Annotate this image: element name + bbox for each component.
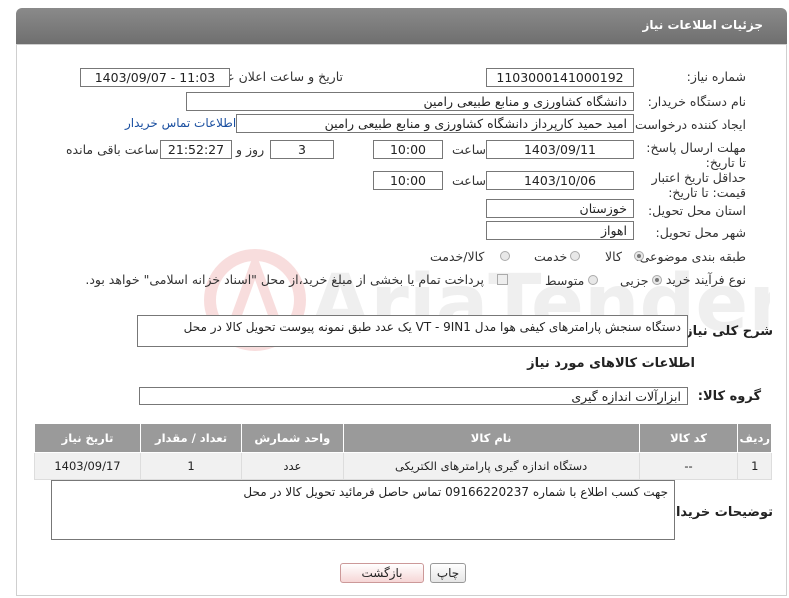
remaining-time: 21:52:27 (160, 140, 232, 159)
validity-time: 10:00 (373, 171, 443, 190)
panel-title: جزئیات اطلاعات نیاز (642, 18, 763, 32)
process-option-minor: جزیی (620, 273, 649, 288)
col-quantity: تعداد / مقدار (139, 423, 243, 453)
days-label: روز و (236, 142, 265, 157)
cell-code: -- (638, 452, 739, 480)
category-radio-service[interactable] (570, 251, 580, 261)
process-label: نوع فرآیند خرید : (657, 272, 746, 287)
col-date: تاریخ نیاز (34, 423, 141, 453)
back-button[interactable]: بازگشت (340, 563, 424, 583)
table-row: 1 -- دستگاه اندازه گیری پارامترهای الکتر… (34, 452, 772, 480)
col-unit: واحد شمارش (241, 423, 344, 453)
description-textarea[interactable]: دستگاه سنجش پارامترهای کیفی هوا مدل VT -… (137, 315, 688, 347)
deadline-time-label: ساعت (452, 142, 487, 157)
col-code: کد کالا (638, 423, 739, 453)
table-header-row: ردیف کد کالا نام کالا واحد شمارش تعداد /… (34, 423, 772, 453)
deadline-date: 1403/09/11 (486, 140, 634, 159)
remaining-label: ساعت باقی مانده (66, 142, 159, 157)
cell-unit: عدد (241, 452, 344, 480)
cell-row: 1 (737, 452, 772, 480)
process-option-medium: متوسط (545, 273, 585, 288)
buyer-notes-textarea[interactable]: جهت کسب اطلاع با شماره 09166220237 تماس … (51, 480, 675, 540)
treasury-checkbox[interactable] (497, 274, 508, 285)
need-number-value: 1103000141000192 (486, 68, 634, 87)
buyer-notes-label: توضیحات خریدار: (663, 505, 773, 520)
buyer-org-label: نام دستگاه خریدار: (647, 94, 746, 109)
city-label: شهر محل تحویل: (655, 225, 746, 240)
need-number-label: شماره نیاز: (686, 69, 746, 84)
goods-group-value: ابزارآلات اندازه گیری (139, 387, 688, 405)
buyer-contact-link[interactable]: اطلاعات تماس خریدار (125, 116, 236, 130)
col-name: نام کالا (342, 423, 640, 453)
payment-note: پرداخت تمام یا بخشی از مبلغ خرید،از محل … (85, 272, 484, 287)
deadline-time: 10:00 (373, 140, 443, 159)
cell-name: دستگاه اندازه گیری پارامترهای الکتریکی (342, 452, 640, 480)
category-radio-goods-service[interactable] (500, 251, 510, 261)
deadline-label: مهلت ارسال پاسخ: تا تاریخ: (646, 140, 746, 170)
print-button[interactable]: چاپ (430, 563, 466, 583)
category-option-goods: کالا (605, 249, 622, 264)
category-option-goods-service: کالا/خدمت (430, 249, 485, 264)
process-radio-minor[interactable] (652, 275, 662, 285)
cell-date: 1403/09/17 (34, 452, 141, 480)
province-value: خوزستان (486, 199, 634, 218)
validity-date: 1403/10/06 (486, 171, 634, 190)
col-row: ردیف (737, 423, 772, 453)
province-label: استان محل تحویل: (647, 203, 746, 218)
creator-label: ایجاد کننده درخواست: (630, 117, 746, 132)
validity-time-label: ساعت (452, 173, 487, 188)
category-option-service: خدمت (534, 249, 568, 264)
description-label: شرح کلی نیاز: (679, 324, 773, 339)
remaining-days: 3 (270, 140, 334, 159)
creator-value: امید حمید کارپرداز دانشگاه کشاورزی و منا… (236, 114, 634, 133)
process-radio-medium[interactable] (588, 275, 598, 285)
items-table: ردیف کد کالا نام کالا واحد شمارش تعداد /… (34, 423, 772, 480)
buyer-org-value: دانشگاه کشاورزی و منابع طبیعی رامین (186, 92, 634, 111)
goods-group-label: گروه کالا: (697, 389, 761, 404)
cell-quantity: 1 (139, 452, 243, 480)
validity-label: حداقل تاریخ اعتبار قیمت: تا تاریخ: (651, 170, 746, 200)
goods-section-title: اطلاعات کالاهای مورد نیاز (527, 356, 695, 371)
category-label: طبقه بندی موضوعی: (635, 249, 746, 264)
category-radio-goods[interactable] (634, 251, 644, 261)
city-value: اهواز (486, 221, 634, 240)
announce-value: 1403/09/07 - 11:03 (80, 68, 230, 87)
